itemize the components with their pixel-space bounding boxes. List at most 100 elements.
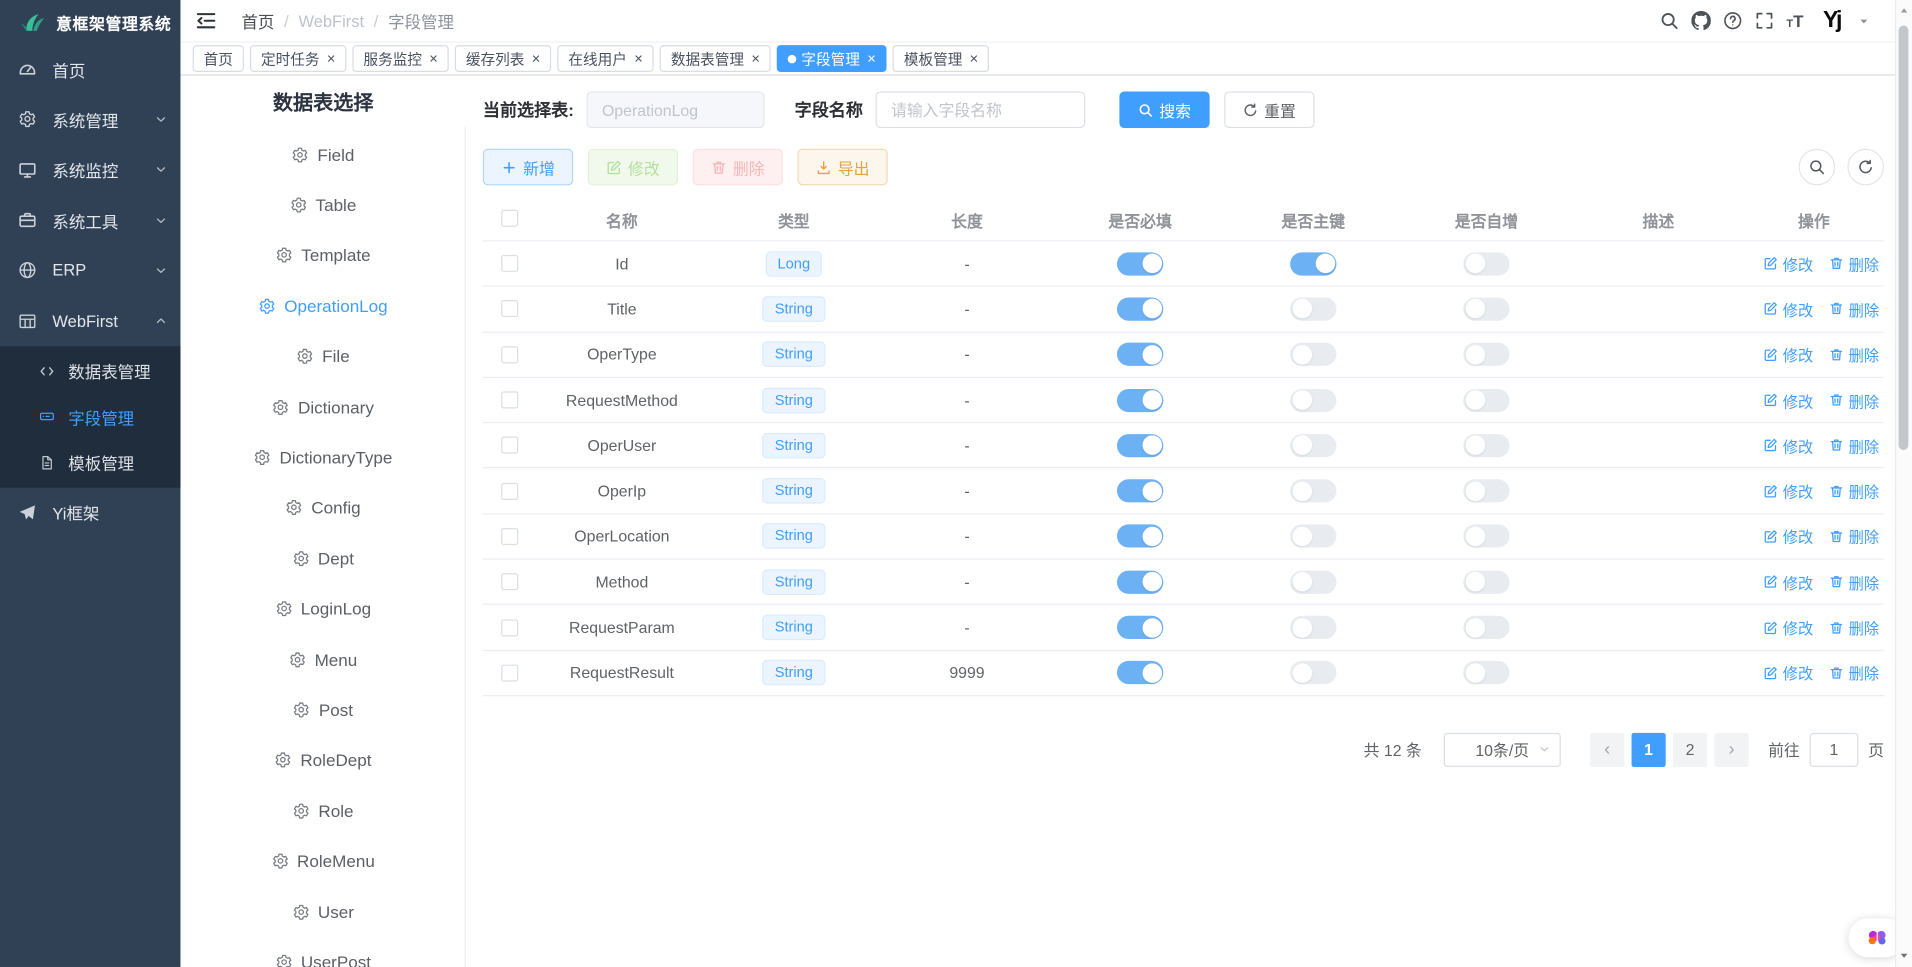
vertical-scrollbar[interactable] — [1895, 0, 1912, 967]
auto-increment-toggle[interactable] — [1463, 616, 1509, 639]
chevron-down-icon[interactable] — [1857, 14, 1870, 27]
required-toggle[interactable] — [1117, 434, 1163, 457]
sidebar-item-home[interactable]: 首页 — [0, 44, 180, 94]
tab-template-manage[interactable]: 模板管理× — [893, 45, 989, 72]
scrollbar-thumb[interactable] — [1899, 26, 1909, 450]
tree-item-loginlog[interactable]: LoginLog — [180, 583, 465, 633]
edit-link[interactable]: 修改 — [1763, 434, 1813, 457]
edit-button[interactable]: 修改 — [588, 149, 678, 186]
edit-link[interactable]: 修改 — [1763, 252, 1813, 275]
auto-increment-toggle[interactable] — [1463, 661, 1509, 684]
row-checkbox[interactable] — [501, 528, 518, 545]
tree-item-roledept[interactable]: RoleDept — [180, 735, 465, 785]
font-size-icon[interactable]: TT — [1786, 12, 1803, 29]
close-icon[interactable]: × — [867, 51, 876, 66]
primary-key-toggle[interactable] — [1290, 525, 1336, 548]
scroll-down-icon[interactable] — [1896, 949, 1912, 962]
required-toggle[interactable] — [1117, 525, 1163, 548]
show-search-button[interactable] — [1799, 149, 1836, 186]
tab-cache-list[interactable]: 缓存列表× — [455, 45, 551, 72]
auto-increment-toggle[interactable] — [1463, 479, 1509, 502]
primary-key-toggle[interactable] — [1290, 252, 1336, 275]
sidebar-item-system-tools[interactable]: 系统工具 — [0, 195, 180, 245]
row-checkbox[interactable] — [501, 482, 518, 499]
edit-link[interactable]: 修改 — [1763, 343, 1813, 366]
breadcrumb-home[interactable]: 首页 — [241, 9, 274, 33]
required-toggle[interactable] — [1117, 297, 1163, 320]
delete-link[interactable]: 删除 — [1829, 434, 1879, 457]
fullscreen-icon[interactable] — [1755, 11, 1775, 31]
field-name-input[interactable] — [875, 91, 1085, 128]
primary-key-toggle[interactable] — [1290, 343, 1336, 366]
required-toggle[interactable] — [1117, 252, 1163, 275]
tab-cron-task[interactable]: 定时任务× — [250, 45, 346, 72]
search-icon[interactable] — [1660, 11, 1680, 31]
refresh-table-button[interactable] — [1847, 149, 1884, 186]
required-toggle[interactable] — [1117, 570, 1163, 593]
sidebar-item-webfirst[interactable]: WebFirst — [0, 296, 180, 346]
tree-item-dictionary[interactable]: Dictionary — [180, 382, 465, 432]
select-all-checkbox[interactable] — [501, 210, 518, 227]
tree-item-table[interactable]: Table — [180, 180, 465, 230]
auto-increment-toggle[interactable] — [1463, 388, 1509, 411]
close-icon[interactable]: × — [970, 51, 979, 66]
primary-key-toggle[interactable] — [1290, 434, 1336, 457]
scroll-up-icon[interactable] — [1896, 5, 1912, 17]
delete-link[interactable]: 删除 — [1829, 661, 1879, 684]
tree-item-dictionarytype[interactable]: DictionaryType — [180, 432, 465, 482]
github-icon[interactable] — [1691, 11, 1711, 31]
sidebar-item-system-manage[interactable]: 系统管理 — [0, 94, 180, 144]
sidebar-item-yi-framework[interactable]: Yi框架 — [0, 487, 180, 537]
auto-increment-toggle[interactable] — [1463, 525, 1509, 548]
tab-service-monitor[interactable]: 服务监控× — [352, 45, 448, 72]
delete-link[interactable]: 删除 — [1829, 252, 1879, 275]
tab-online-users[interactable]: 在线用户× — [557, 45, 653, 72]
close-icon[interactable]: × — [327, 51, 336, 66]
tree-item-role[interactable]: Role — [180, 785, 465, 835]
row-checkbox[interactable] — [501, 301, 518, 318]
add-button[interactable]: 新增 — [483, 149, 573, 186]
auto-increment-toggle[interactable] — [1463, 343, 1509, 366]
primary-key-toggle[interactable] — [1290, 297, 1336, 320]
delete-link[interactable]: 删除 — [1829, 616, 1879, 639]
row-checkbox[interactable] — [501, 619, 518, 636]
delete-link[interactable]: 删除 — [1829, 297, 1879, 320]
close-icon[interactable]: × — [532, 51, 541, 66]
tab-table-manage[interactable]: 数据表管理× — [660, 45, 771, 72]
row-checkbox[interactable] — [501, 664, 518, 681]
required-toggle[interactable] — [1117, 616, 1163, 639]
tree-item-config[interactable]: Config — [180, 483, 465, 533]
goto-page-input[interactable] — [1810, 733, 1859, 767]
sidebar-item-erp[interactable]: ERP — [0, 245, 180, 295]
close-icon[interactable]: × — [751, 51, 760, 66]
tree-item-field[interactable]: Field — [180, 129, 465, 179]
edit-link[interactable]: 修改 — [1763, 297, 1813, 320]
tree-item-userpost[interactable]: UserPost — [180, 937, 465, 967]
row-checkbox[interactable] — [501, 573, 518, 590]
edit-link[interactable]: 修改 — [1763, 525, 1813, 548]
tree-item-post[interactable]: Post — [180, 684, 465, 734]
tree-item-operationlog[interactable]: OperationLog — [180, 281, 465, 331]
tree-item-dept[interactable]: Dept — [180, 533, 465, 583]
help-icon[interactable] — [1723, 11, 1743, 31]
close-icon[interactable]: × — [429, 51, 438, 66]
avatar[interactable]: Yj — [1823, 7, 1840, 34]
primary-key-toggle[interactable] — [1290, 479, 1336, 502]
required-toggle[interactable] — [1117, 388, 1163, 411]
required-toggle[interactable] — [1117, 661, 1163, 684]
required-toggle[interactable] — [1117, 343, 1163, 366]
sidebar-item-template-manage[interactable]: 模板管理 — [0, 439, 180, 484]
edit-link[interactable]: 修改 — [1763, 388, 1813, 411]
auto-increment-toggle[interactable] — [1463, 252, 1509, 275]
delete-link[interactable]: 删除 — [1829, 388, 1879, 411]
delete-button[interactable]: 删除 — [693, 149, 783, 186]
tree-item-menu[interactable]: Menu — [180, 634, 465, 684]
sidebar-item-system-monitor[interactable]: 系统监控 — [0, 145, 180, 195]
page-button-1[interactable]: 1 — [1632, 733, 1666, 767]
row-checkbox[interactable] — [501, 437, 518, 454]
auto-increment-toggle[interactable] — [1463, 570, 1509, 593]
tab-field-manage[interactable]: 字段管理× — [777, 45, 887, 72]
tree-item-user[interactable]: User — [180, 886, 465, 936]
page-size-select[interactable]: 10条/页 — [1444, 733, 1561, 767]
tree-item-file[interactable]: File — [180, 331, 465, 381]
